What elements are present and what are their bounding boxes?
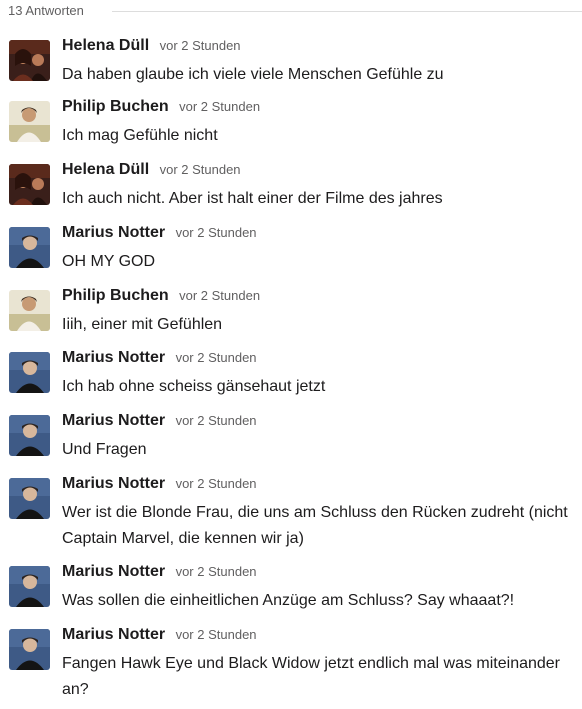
avatar[interactable] (9, 629, 50, 670)
message-text: Was sollen die einheitlichen Anzüge am S… (62, 592, 515, 609)
timestamp[interactable]: vor 2 Stunden (176, 476, 257, 491)
timestamp[interactable]: vor 2 Stunden (176, 564, 257, 579)
timestamp[interactable]: vor 2 Stunden (176, 350, 257, 365)
reply-count: 13 Antworten (8, 3, 92, 18)
author-name[interactable]: Marius Notter (62, 563, 165, 580)
author-name[interactable]: Marius Notter (62, 475, 165, 492)
message-text: Wer ist die Blonde Frau, die uns am Schl… (62, 504, 568, 547)
avatar[interactable] (9, 40, 50, 81)
message-text: Und Fragen (62, 441, 147, 458)
timestamp[interactable]: vor 2 Stunden (160, 38, 241, 53)
message-text: OH MY GOD (62, 253, 156, 270)
avatar[interactable] (9, 101, 50, 142)
author-name[interactable]: Marius Notter (62, 626, 165, 643)
message-text: Ich hab ohne scheiss gänsehaut jetzt (62, 378, 326, 395)
avatar[interactable] (9, 478, 50, 519)
timestamp[interactable]: vor 2 Stunden (179, 99, 260, 114)
avatar[interactable] (9, 164, 50, 205)
avatar[interactable] (9, 415, 50, 456)
message-text: Ich auch nicht. Aber ist halt einer der … (62, 190, 443, 207)
author-name[interactable]: Philip Buchen (62, 98, 169, 115)
timestamp[interactable]: vor 2 Stunden (176, 627, 257, 642)
author-name[interactable]: Marius Notter (62, 349, 165, 366)
message-text: Da haben glaube ich viele viele Menschen… (62, 66, 444, 83)
author-name[interactable]: Helena Düll (62, 37, 149, 54)
avatar[interactable] (9, 566, 50, 607)
avatar[interactable] (9, 290, 50, 331)
author-name[interactable]: Philip Buchen (62, 287, 169, 304)
timestamp[interactable]: vor 2 Stunden (160, 162, 241, 177)
avatar[interactable] (9, 227, 50, 268)
message-text: Iiih, einer mit Gefühlen (62, 316, 223, 333)
avatar[interactable] (9, 352, 50, 393)
timestamp[interactable]: vor 2 Stunden (179, 288, 260, 303)
replies-divider: 13 Antworten (0, 0, 582, 22)
divider-line (112, 11, 582, 12)
message-text: Fangen Hawk Eye und Black Widow jetzt en… (62, 655, 561, 698)
message-text: Ich mag Gefühle nicht (62, 127, 218, 144)
author-name[interactable]: Marius Notter (62, 412, 165, 429)
timestamp[interactable]: vor 2 Stunden (176, 413, 257, 428)
author-name[interactable]: Helena Düll (62, 161, 149, 178)
timestamp[interactable]: vor 2 Stunden (176, 225, 257, 240)
author-name[interactable]: Marius Notter (62, 224, 165, 241)
